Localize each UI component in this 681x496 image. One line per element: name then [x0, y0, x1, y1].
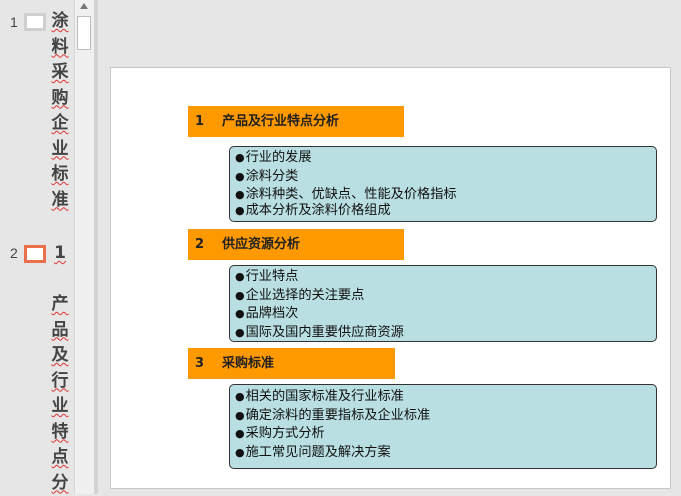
list-item: ●行业的发展 [235, 149, 656, 168]
section-content-box-2[interactable]: ●行业特点 ●企业选择的关注要点 ●品牌档次 ●国际及国内重要供应商资源 [229, 265, 657, 342]
title-char: 企 [51, 111, 69, 137]
title-char [51, 267, 69, 293]
list-item: ●行业特点 [235, 268, 656, 287]
section-header-1[interactable]: 1 产品及行业特点分析 [188, 106, 404, 137]
bullet-icon: ● [235, 270, 245, 283]
bullet-icon: ● [235, 289, 245, 302]
list-item-text: 相关的国家标准及行业标准 [246, 389, 404, 404]
pane-divider[interactable] [94, 0, 98, 494]
slide-canvas[interactable]: 1 产品及行业特点分析 ●行业的发展 ●涂料分类 ●涂料种类、优缺点、性能及价格… [110, 67, 671, 489]
section-title: 产品及行业特点分析 [222, 106, 339, 137]
list-item-text: 行业特点 [246, 269, 299, 284]
list-item-text: 企业选择的关注要点 [246, 288, 365, 303]
title-char: 准 [51, 188, 69, 214]
list-item-text: 涂料种类、优缺点、性能及价格指标 [246, 187, 457, 202]
section-content-box-1[interactable]: ●行业的发展 ●涂料分类 ●涂料种类、优缺点、性能及价格指标 ●成本分析及涂料价… [229, 146, 657, 222]
title-char: 涂 [51, 9, 69, 35]
list-item-text: 施工常见问题及解决方案 [246, 445, 391, 460]
slide-thumbnail-panel: 1 涂 料 采 购 企 业 标 准 2 1 产 品 及 行 业 特 点 分 [0, 0, 74, 494]
section-number: 1 [195, 106, 204, 137]
slide-number-1: 1 [10, 14, 18, 30]
bullet-icon: ● [235, 446, 245, 459]
title-char: 1 [51, 241, 69, 267]
bullet-icon: ● [235, 170, 245, 183]
list-item-text: 国际及国内重要供应商资源 [246, 325, 404, 340]
list-item: ●确定涂料的重要指标及企业标准 [235, 407, 656, 426]
list-item: ●相关的国家标准及行业标准 [235, 388, 656, 407]
list-item-text: 确定涂料的重要指标及企业标准 [246, 408, 431, 423]
slide-1-outline-title[interactable]: 涂 料 采 购 企 业 标 准 [51, 9, 69, 213]
title-char: 特 [51, 420, 69, 446]
section-number: 3 [195, 348, 204, 379]
title-char: 业 [51, 137, 69, 163]
bullet-icon: ● [235, 204, 245, 217]
title-char: 及 [51, 343, 69, 369]
bullet-icon: ● [235, 390, 245, 403]
bullet-icon: ● [235, 307, 245, 320]
list-item-text: 成本分析及涂料价格组成 [246, 203, 391, 218]
list-item: ●企业选择的关注要点 [235, 287, 656, 306]
title-char: 购 [51, 86, 69, 112]
list-item-text: 品牌档次 [246, 306, 299, 321]
section-header-2[interactable]: 2 供应资源分析 [188, 229, 404, 260]
title-char: 业 [51, 394, 69, 420]
section-header-3[interactable]: 3 采购标准 [188, 348, 395, 379]
list-item: ●涂料分类 [235, 168, 656, 187]
list-item: ●采购方式分析 [235, 425, 656, 444]
title-char: 采 [51, 60, 69, 86]
slide-2-outline-title[interactable]: 1 产 品 及 行 业 特 点 分 [51, 241, 69, 496]
bullet-icon: ● [235, 326, 245, 339]
bullet-icon: ● [235, 409, 245, 422]
list-item: ●国际及国内重要供应商资源 [235, 324, 656, 343]
section-title: 供应资源分析 [222, 229, 300, 260]
title-char: 点 [51, 445, 69, 471]
list-item-text: 涂料分类 [246, 169, 299, 184]
title-char: 分 [51, 471, 69, 496]
title-char: 产 [51, 292, 69, 318]
bullet-icon: ● [235, 151, 245, 164]
thumbnail-scrollbar[interactable] [74, 0, 94, 494]
section-title: 采购标准 [222, 348, 274, 379]
list-item: ●品牌档次 [235, 305, 656, 324]
list-item-text: 采购方式分析 [246, 426, 325, 441]
section-content-box-3[interactable]: ●相关的国家标准及行业标准 ●确定涂料的重要指标及企业标准 ●采购方式分析 ●施… [229, 384, 657, 469]
title-char: 品 [51, 318, 69, 344]
slide-thumbnail-1[interactable] [24, 13, 46, 31]
bullet-icon: ● [235, 188, 245, 201]
bullet-icon: ● [235, 427, 245, 440]
section-number: 2 [195, 229, 204, 260]
title-char: 行 [51, 369, 69, 395]
scrollbar-thumb[interactable] [77, 16, 91, 50]
title-char: 料 [51, 35, 69, 61]
list-item: ●施工常见问题及解决方案 [235, 444, 656, 463]
slide-thumbnail-2[interactable] [24, 245, 46, 263]
slide-number-2: 2 [10, 245, 18, 261]
scroll-up-arrow-icon[interactable] [80, 3, 88, 9]
list-item-text: 行业的发展 [246, 150, 312, 165]
title-char: 标 [51, 162, 69, 188]
